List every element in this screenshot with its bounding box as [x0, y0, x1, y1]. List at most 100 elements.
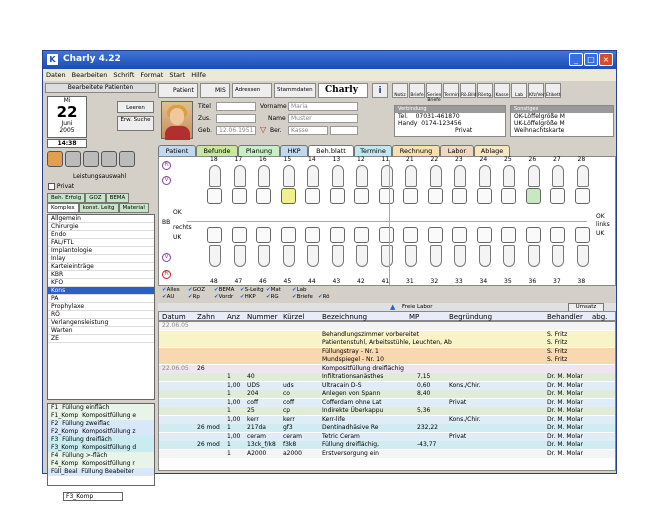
tab-patient[interactable]: Patient: [158, 145, 196, 156]
tooth-crown[interactable]: [427, 227, 443, 243]
maximize-button[interactable]: □: [584, 53, 598, 66]
tooth-crown[interactable]: [354, 227, 369, 243]
tooth-root[interactable]: [454, 165, 466, 187]
table-row[interactable]: Patientenstuhl, Arbeitsstühle, Leuchten,…: [159, 339, 615, 347]
filter-check[interactable]: ✔S-Leitg: [240, 287, 264, 293]
tooth-root[interactable]: [307, 245, 319, 267]
tooth-crown[interactable]: [476, 188, 492, 204]
tooth-crown[interactable]: [476, 227, 492, 243]
table-row[interactable]: 1,00 kerr kerr Kerr-life Kons./Chir. Dr. M. M…: [159, 415, 615, 424]
menu-start[interactable]: Start: [166, 69, 188, 81]
col-done[interactable]: abg.: [592, 313, 607, 321]
list-item[interactable]: Prophylaxe: [48, 303, 154, 311]
tab-komplex[interactable]: Komplex: [47, 203, 79, 213]
addition-field[interactable]: [216, 114, 256, 123]
tab-archive[interactable]: Ablage: [474, 145, 510, 156]
menu-bearbeiten[interactable]: Bearbeiten: [69, 69, 111, 81]
filter-check[interactable]: ✔GOZ: [188, 287, 205, 293]
tab-material[interactable]: Material: [118, 203, 149, 213]
tab-findings[interactable]: Befunde: [196, 145, 238, 156]
col-mp[interactable]: MP: [409, 313, 419, 321]
info-icon[interactable]: i: [372, 83, 388, 98]
list-icon[interactable]: [65, 151, 81, 167]
tooth-crown[interactable]: [501, 188, 516, 204]
person-icon[interactable]: [47, 151, 63, 167]
filter-check[interactable]: ✔Mat: [266, 287, 281, 293]
filter-check[interactable]: ✔RG: [266, 294, 279, 300]
addresses-button[interactable]: Adressen: [232, 83, 272, 98]
master-data-button[interactable]: Stammdaten: [274, 83, 316, 98]
list-item[interactable]: F3 Füllung dreifläch: [48, 436, 154, 444]
tab-beh-erfolg[interactable]: Beh. Erfolg: [47, 193, 86, 203]
table-row[interactable]: 1 A2000 a2000 Erstversorgung ein Dr. M. Mola…: [159, 449, 615, 458]
billing-icon[interactable]: Kfz/Verr.: [528, 83, 548, 98]
mis-button[interactable]: MIS: [200, 83, 230, 98]
tab-lab[interactable]: Labor: [440, 145, 474, 156]
list-item[interactable]: F4_Komp Kompositfüllung r: [48, 460, 154, 468]
tooth-crown[interactable]: [329, 227, 345, 243]
filter-check[interactable]: ✔Rp: [188, 294, 200, 300]
lower-fi-marker[interactable]: Fi: [162, 270, 171, 279]
menu-format[interactable]: Format: [137, 69, 166, 81]
tooth-crown[interactable]: [574, 188, 590, 204]
tools-icon[interactable]: [119, 151, 135, 167]
xray-image-icon[interactable]: Rö.Bild: [460, 83, 476, 98]
tooth-crown[interactable]: [207, 188, 222, 204]
tooth-crown[interactable]: [207, 227, 222, 243]
table-row[interactable]: 1 40 Infiltrationsanästhes 7,15 Dr. M. Molar: [159, 373, 615, 381]
title-field[interactable]: [216, 102, 256, 111]
filter-check[interactable]: ✔Rö: [318, 294, 330, 300]
phone-value[interactable]: 07031-461870: [416, 113, 460, 120]
tooth-crown[interactable]: [378, 227, 394, 243]
calendar[interactable]: Mi 22 Juni 2005: [47, 96, 87, 138]
tooth-root[interactable]: [356, 165, 368, 187]
birthdate-field[interactable]: 12.06.1951: [216, 126, 256, 135]
tooth-crown[interactable]: [280, 227, 296, 243]
tooth-crown[interactable]: [452, 188, 467, 204]
table-row[interactable]: 22.06.05 26 Kompositfüllung dreiflächig: [159, 364, 615, 373]
tooth-crown[interactable]: [403, 227, 418, 243]
col-practitioner[interactable]: Behandler: [547, 313, 583, 321]
first-name-field[interactable]: Maria: [288, 102, 358, 111]
tooth-crown[interactable]: [378, 188, 394, 204]
tooth-root[interactable]: [576, 165, 589, 187]
tooth-root[interactable]: [552, 165, 564, 187]
list-item[interactable]: Endo: [48, 231, 154, 239]
appointment-icon[interactable]: Termin: [443, 83, 459, 98]
tooth-root[interactable]: [429, 165, 442, 187]
tooth-icon[interactable]: [101, 151, 117, 167]
list-item[interactable]: Verlangensleistung: [48, 319, 154, 327]
filter-check[interactable]: ✔AU: [162, 294, 174, 300]
tab-invoice[interactable]: Rechnung: [392, 145, 440, 156]
list-item[interactable]: KFO: [48, 279, 154, 287]
tooth-root[interactable]: [233, 245, 246, 267]
tooth-root[interactable]: [331, 165, 344, 187]
misc-item[interactable]: Weihnachtskarte: [511, 127, 613, 134]
menu-schrift[interactable]: Schrift: [110, 69, 137, 81]
tab-hkp[interactable]: HKP: [280, 145, 308, 156]
tooth-crown[interactable]: [231, 227, 247, 243]
tooth-crown[interactable]: [574, 227, 590, 243]
list-item[interactable]: F4 Füllung >-fläch: [48, 452, 154, 460]
table-row[interactable]: 1,00 coff coff Cofferdam ohne Lat Privat Dr. …: [159, 398, 615, 407]
list-item[interactable]: F2 Füllung zweiflac: [48, 420, 154, 428]
list-item[interactable]: Allgemein: [48, 215, 154, 223]
tooth-root[interactable]: [405, 245, 417, 267]
tooth-crown[interactable]: [550, 227, 565, 243]
list-item[interactable]: Füll_Beal Füllung Beabeiter: [48, 468, 154, 476]
list-item[interactable]: F1_Komp Kompositfüllung e: [48, 412, 154, 420]
list-item[interactable]: RÖ: [48, 311, 154, 319]
tooth-crown[interactable]: [256, 188, 271, 204]
upper-v-marker[interactable]: V: [162, 176, 171, 185]
menu-hilfe[interactable]: Hilfe: [188, 69, 209, 81]
mobile-value[interactable]: 0174-123456: [421, 120, 461, 127]
list-item[interactable]: Warten: [48, 327, 154, 335]
minimize-button[interactable]: _: [569, 53, 583, 66]
filter-check[interactable]: ✔Lab: [292, 287, 307, 293]
misc-item[interactable]: UK-Löffelgröße M: [511, 120, 613, 127]
tooth-root[interactable]: [282, 165, 295, 187]
col-count[interactable]: Anz: [227, 313, 240, 321]
tooth-root[interactable]: [478, 245, 491, 267]
table-row[interactable]: 1 25 cp Indirekte Überkappu 5,36 Dr. M. Molar: [159, 407, 615, 415]
tooth-root[interactable]: [356, 245, 368, 267]
